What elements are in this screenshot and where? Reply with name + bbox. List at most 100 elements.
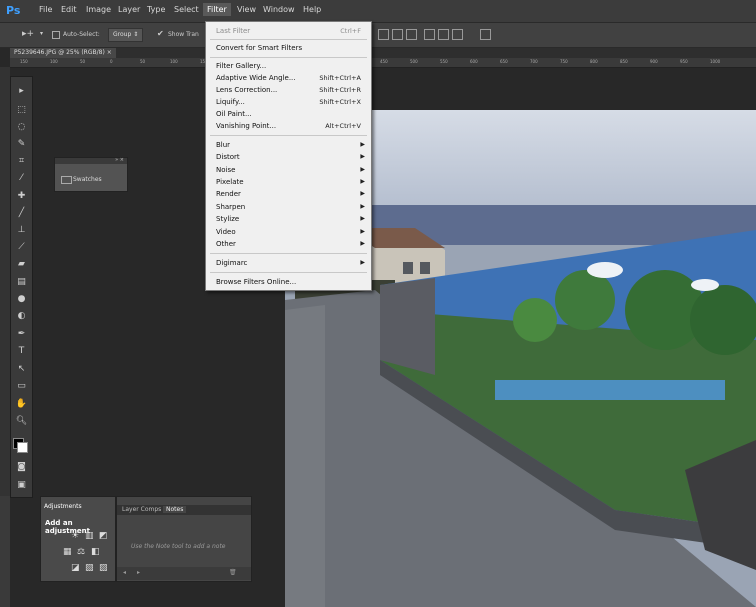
next-note-icon[interactable]: ▸ [137, 569, 140, 576]
posterize-icon[interactable]: ▧ [85, 563, 94, 573]
auto-align-icon[interactable] [480, 29, 491, 40]
menu-filter[interactable]: Filter [203, 3, 231, 16]
menu-item-pixelate[interactable]: Pixelate [216, 178, 244, 186]
align-vcenter-icon[interactable] [392, 29, 403, 40]
menu-item-lens-correction[interactable]: Lens Correction... [216, 86, 277, 94]
eraser-tool-icon[interactable]: ▰ [14, 258, 29, 271]
swatches-icon[interactable] [61, 176, 72, 184]
black-white-icon[interactable]: ◧ [91, 547, 100, 557]
auto-select-checkbox[interactable] [52, 31, 60, 39]
invert-icon[interactable]: ◪ [71, 563, 80, 573]
notes-tab-bar: Layer Comps Notes [117, 505, 251, 515]
color-balance-icon[interactable]: ⚖ [77, 547, 85, 557]
menu-window[interactable]: Window [262, 5, 296, 14]
pen-tool-icon[interactable]: ✒ [14, 328, 29, 341]
menu-image[interactable]: Image [85, 5, 112, 14]
move-tool-icon[interactable]: ▸+ [22, 29, 34, 39]
background-color-swatch[interactable] [17, 442, 28, 453]
crop-tool-icon[interactable]: ⌗ [14, 155, 29, 168]
close-icon[interactable]: × [107, 49, 112, 56]
menu-item-oil-paint[interactable]: Oil Paint... [216, 110, 252, 118]
group-select[interactable]: Group ⇕ [108, 28, 144, 42]
adjustments-panel: Adjustments Add an adjustment ☀ ▥ ◩ ▦ ⚖ … [40, 496, 116, 582]
submenu-arrow-icon: ▶ [360, 215, 365, 222]
distribute-left-icon[interactable] [424, 29, 435, 40]
marquee-tool-icon[interactable]: ⬚ [14, 104, 29, 117]
clone-stamp-tool-icon[interactable]: ⊥ [14, 224, 29, 237]
align-top-icon[interactable] [378, 29, 389, 40]
panel-header[interactable]: » × [55, 157, 127, 164]
menu-item-noise[interactable]: Noise [216, 166, 235, 174]
menu-separator [210, 57, 367, 58]
history-brush-tool-icon[interactable]: ⟋ [14, 241, 29, 254]
menu-edit[interactable]: Edit [60, 5, 78, 14]
menu-item-browse-filters-online[interactable]: Browse Filters Online... [216, 278, 296, 286]
collapse-icon[interactable]: » × [115, 157, 124, 163]
swatches-label[interactable]: Swatches [73, 176, 102, 183]
brightness-icon[interactable]: ☀ [71, 531, 79, 541]
show-transform-checkbox[interactable]: ✔ [157, 29, 164, 38]
screen-mode-icon[interactable]: ▣ [14, 479, 29, 492]
menu-view[interactable]: View [236, 5, 257, 14]
menu-item-stylize[interactable]: Stylize [216, 215, 239, 223]
menu-select[interactable]: Select [173, 5, 200, 14]
menu-item-digimarc[interactable]: Digimarc [216, 259, 247, 267]
tab-notes[interactable]: Notes [163, 506, 187, 513]
menu-item-liquify[interactable]: Liquify... [216, 98, 245, 106]
tab-layer-comps[interactable]: Layer Comps [119, 506, 164, 513]
distribute-right-icon[interactable] [452, 29, 463, 40]
zoom-tool-icon[interactable]: 🔍︎ [14, 415, 29, 428]
levels-icon[interactable]: ▥ [85, 531, 94, 541]
menu-file[interactable]: File [38, 5, 53, 14]
menu-item-vanishing-point[interactable]: Vanishing Point... [216, 122, 276, 130]
move-tool-icon[interactable]: ▸ [14, 85, 29, 98]
menu-item-video[interactable]: Video [216, 228, 236, 236]
ruler-tick-label: 900 [650, 59, 658, 64]
trash-icon[interactable]: 🗑︎ [229, 569, 237, 576]
menu-item-sharpen[interactable]: Sharpen [216, 203, 245, 211]
photoshop-logo: Ps [6, 4, 21, 17]
submenu-arrow-icon: ▶ [360, 153, 365, 160]
menu-item-filter-gallery[interactable]: Filter Gallery... [216, 62, 266, 70]
submenu-arrow-icon: ▶ [360, 203, 365, 210]
curves-icon[interactable]: ◩ [99, 531, 108, 541]
previous-note-icon[interactable]: ◂ [123, 569, 126, 576]
horizontal-ruler: 1501005005010015020025030035040045050055… [10, 58, 756, 68]
menu-separator [210, 135, 367, 136]
menu-item-distort[interactable]: Distort [216, 153, 240, 161]
dodge-tool-icon[interactable]: ◐ [14, 310, 29, 323]
rectangle-tool-icon[interactable]: ▭ [14, 380, 29, 393]
quick-mask-icon[interactable]: ◙ [14, 461, 29, 474]
blur-tool-icon[interactable]: ● [14, 293, 29, 306]
ruler-tick-label: 950 [680, 59, 688, 64]
gradient-tool-icon[interactable]: ▤ [14, 276, 29, 289]
menu-item-other[interactable]: Other [216, 240, 236, 248]
menu-item-last-filter[interactable]: Last Filter [216, 27, 250, 35]
lasso-tool-icon[interactable]: ◌ [14, 121, 29, 134]
distribute-center-icon[interactable] [438, 29, 449, 40]
menu-item-render[interactable]: Render [216, 190, 241, 198]
menu-item-convert-smart-filters[interactable]: Convert for Smart Filters [216, 44, 302, 52]
hue-saturation-icon[interactable]: ▦ [63, 547, 72, 557]
brush-tool-icon[interactable]: ╱ [14, 207, 29, 220]
document-tab-bar [10, 48, 756, 58]
gradient-map-icon[interactable]: ▨ [99, 563, 108, 573]
ruler-tick-label: 850 [620, 59, 628, 64]
chevron-down-icon[interactable]: ▾ [40, 30, 43, 37]
document-tab[interactable]: P5239646.JPG @ 25% (RGB/8) × [10, 48, 116, 58]
show-transform-label: Show Tran [168, 31, 199, 38]
align-bottom-icon[interactable] [406, 29, 417, 40]
quick-select-tool-icon[interactable]: ✎ [14, 138, 29, 151]
path-selection-tool-icon[interactable]: ↖ [14, 363, 29, 376]
menu-help[interactable]: Help [302, 5, 322, 14]
eyedropper-tool-icon[interactable]: ⁄ [14, 172, 29, 185]
hand-tool-icon[interactable]: ✋ [14, 398, 29, 411]
menu-item-adaptive-wide-angle[interactable]: Adaptive Wide Angle... [216, 74, 296, 82]
type-tool-icon[interactable]: T [14, 345, 29, 358]
healing-brush-tool-icon[interactable]: ✚ [14, 190, 29, 203]
menu-item-blur[interactable]: Blur [216, 141, 230, 149]
menu-type[interactable]: Type [146, 5, 166, 14]
swatches-panel: » × Swatches [54, 157, 128, 192]
menu-layer[interactable]: Layer [117, 5, 141, 14]
tab-adjustments[interactable]: Adjustments [44, 503, 82, 510]
